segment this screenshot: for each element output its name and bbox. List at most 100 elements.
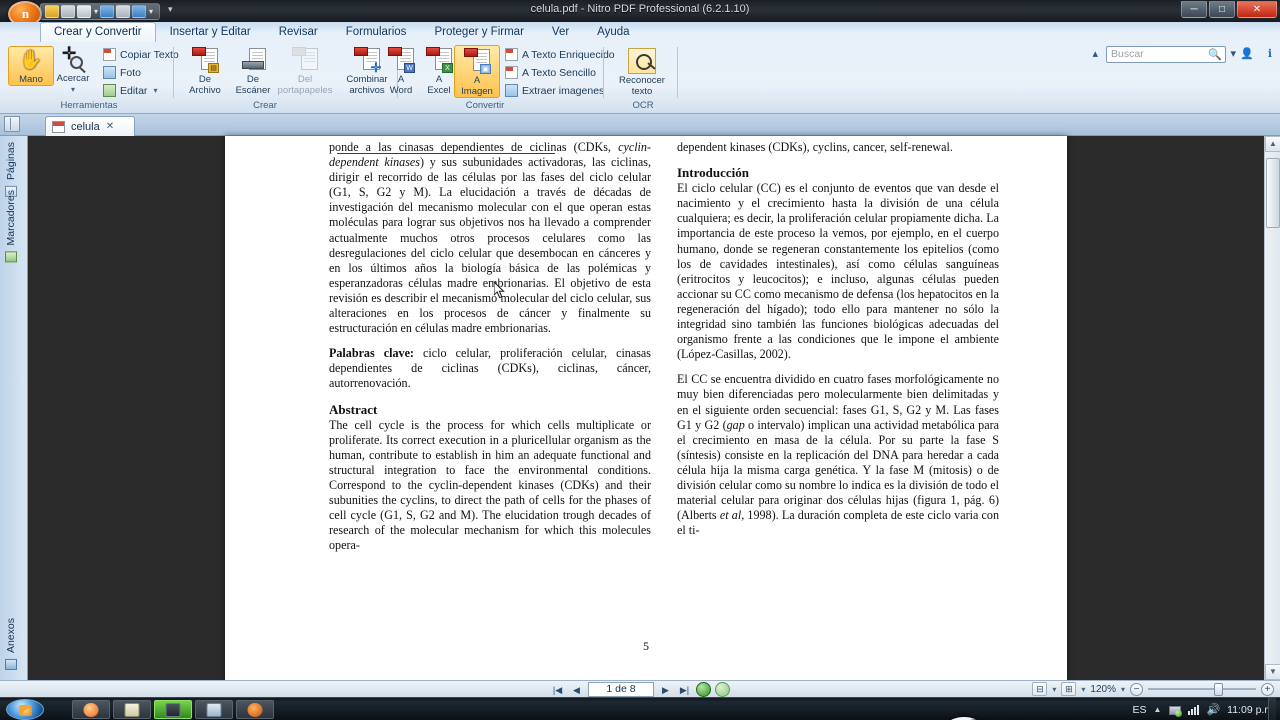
- window-controls: ─ □ ✕: [1181, 1, 1277, 18]
- close-tab-icon[interactable]: ✕: [106, 121, 114, 132]
- group-herramientas: Mano ✛ Acercar ▾ Copiar Texto Foto: [4, 44, 179, 111]
- del-portapapeles-button[interactable]: Del portapapeles: [276, 45, 334, 96]
- sidebar-item-anexos[interactable]: Anexos: [3, 612, 25, 676]
- a-excel-label-2: Excel: [427, 85, 451, 96]
- minimize-button[interactable]: ─: [1181, 1, 1207, 18]
- start-button[interactable]: [6, 699, 44, 720]
- document-right-column: dependent kinases (CDKs), cyclins, cance…: [677, 140, 999, 548]
- de-archivo-button[interactable]: ▤ De Archivo: [182, 45, 228, 96]
- previous-page-button[interactable]: ◀: [569, 683, 584, 697]
- sidebar-label-marcadores: Marcadores: [5, 190, 17, 246]
- show-hidden-icons-icon[interactable]: ▲: [1154, 705, 1162, 714]
- taskbar-item-messenger[interactable]: [195, 700, 233, 719]
- first-page-button[interactable]: |◀: [550, 683, 565, 697]
- zoom-slider[interactable]: [1148, 682, 1256, 696]
- paragraph-resumen-cont: ponde a las cinasas dependientes de cicl…: [329, 140, 651, 336]
- tab-revisar[interactable]: Revisar: [265, 22, 332, 42]
- tab-ver[interactable]: Ver: [538, 22, 583, 42]
- scroll-up-icon[interactable]: ▲: [1265, 136, 1280, 152]
- a-imagen-label-2: Imagen: [461, 86, 493, 97]
- close-button[interactable]: ✕: [1237, 1, 1277, 18]
- zoom-out-button[interactable]: −: [1130, 682, 1143, 696]
- maximize-button[interactable]: □: [1209, 1, 1235, 18]
- search-dropdown-icon[interactable]: ▾: [1230, 47, 1236, 60]
- mano-label: Mano: [19, 74, 43, 85]
- next-view-button[interactable]: [715, 682, 730, 697]
- de-escaner-button[interactable]: De Escáner: [230, 45, 276, 96]
- navigation-panel-toggle[interactable]: [4, 116, 20, 132]
- ribbon: Crear y Convertir Insertar y Editar Revi…: [0, 22, 1280, 114]
- a-texto-enriquecido-button[interactable]: A Texto Enriquecido: [502, 47, 618, 62]
- tab-ayuda[interactable]: Ayuda: [583, 22, 643, 42]
- vertical-scrollbar[interactable]: ▲ ▼: [1264, 136, 1280, 680]
- nitro-pdf-window: n ▾ ▾ ▾ celula.pdf - Nitro PDF Professio…: [0, 0, 1280, 720]
- reconocer-texto-button[interactable]: Reconocer texto: [612, 46, 672, 97]
- taskbar-item-nitro-pdf[interactable]: [236, 700, 274, 719]
- help-person-icon[interactable]: 👤: [1240, 47, 1254, 60]
- taskbar-item-explorer[interactable]: [113, 700, 151, 719]
- info-icon[interactable]: ℹ: [1268, 47, 1272, 60]
- a-word-label-2: Word: [389, 85, 413, 96]
- editar-button[interactable]: Editar ▾: [100, 83, 160, 98]
- tab-formularios[interactable]: Formularios: [332, 22, 421, 42]
- volume-icon[interactable]: 🔊: [1206, 703, 1220, 716]
- extraer-imagenes-button[interactable]: Extraer imagenes: [502, 83, 607, 98]
- document-tab-label: celula: [71, 120, 100, 133]
- system-tray: ES ▲ 🔊 11:09 p.m.: [1133, 698, 1276, 720]
- group-label-crear: Crear: [253, 100, 277, 111]
- zoom-slider-handle[interactable]: [1214, 683, 1223, 696]
- group-crear: ▤ De Archivo De Escáner Del portapapeles…: [176, 44, 398, 111]
- file-icon: ▤: [192, 47, 219, 73]
- firefox-icon: [83, 702, 99, 717]
- document-left-column: ponde a las cinasas dependientes de cicl…: [329, 140, 651, 563]
- taskbar-item-media-player[interactable]: [154, 700, 192, 719]
- ribbon-collapse-icon[interactable]: ▴: [1092, 47, 1098, 60]
- scrollbar-thumb[interactable]: [1266, 158, 1280, 228]
- tab-crear-y-convertir[interactable]: Crear y Convertir: [40, 22, 156, 42]
- navigation-sidebar: Páginas Marcadores Anexos: [0, 136, 28, 680]
- next-page-button[interactable]: ▶: [658, 683, 673, 697]
- group-divider: [677, 47, 678, 98]
- fit-page-button[interactable]: ⊟: [1032, 682, 1048, 696]
- last-page-button[interactable]: ▶|: [677, 683, 692, 697]
- page-number-input[interactable]: 1 de 8: [588, 682, 654, 697]
- tab-insertar-y-editar[interactable]: Insertar y Editar: [156, 22, 265, 42]
- text-run-italic: gap: [726, 417, 745, 432]
- group-label-convertir: Convertir: [465, 100, 505, 111]
- taskbar-item-firefox[interactable]: [72, 700, 110, 719]
- signal-strength-icon[interactable]: [1188, 704, 1200, 715]
- pdf-viewer[interactable]: ponde a las cinasas dependientes de cicl…: [28, 136, 1280, 720]
- extract-images-icon: [505, 84, 518, 97]
- editar-dropdown-icon[interactable]: ▾: [153, 86, 157, 95]
- a-texto-sencillo-button[interactable]: A Texto Sencillo: [502, 65, 599, 80]
- search-input[interactable]: Buscar 🔍: [1106, 46, 1226, 63]
- zoom-dropdown-icon[interactable]: ▾: [1121, 685, 1125, 694]
- scroll-down-icon[interactable]: ▼: [1265, 664, 1280, 680]
- zoom-in-button[interactable]: +: [1261, 682, 1274, 696]
- word-icon: W: [388, 47, 415, 73]
- copiar-texto-button[interactable]: Copiar Texto: [100, 47, 182, 62]
- tab-proteger-y-firmar[interactable]: Proteger y Firmar: [420, 22, 537, 42]
- fit-width-dropdown-icon[interactable]: ▾: [1081, 685, 1085, 694]
- text-run: ) y sus subunidades activadoras, las cic…: [329, 155, 651, 336]
- a-imagen-button[interactable]: ▣ A Imagen: [454, 45, 500, 98]
- acercar-dropdown-icon[interactable]: ▾: [48, 84, 98, 95]
- reconocer-label-1: Reconocer: [619, 75, 665, 86]
- fit-page-dropdown-icon[interactable]: ▾: [1052, 685, 1056, 694]
- foto-button[interactable]: Foto: [100, 65, 144, 80]
- show-desktop-button[interactable]: [1268, 698, 1276, 720]
- network-icon[interactable]: [1168, 704, 1183, 717]
- excel-icon: X: [426, 47, 453, 73]
- search-icon[interactable]: 🔍: [1208, 48, 1222, 61]
- copiar-texto-label: Copiar Texto: [120, 48, 179, 61]
- sidebar-item-marcadores[interactable]: Marcadores: [3, 184, 25, 268]
- previous-view-button[interactable]: [696, 682, 711, 697]
- document-tab-celula[interactable]: celula ✕: [45, 116, 135, 136]
- language-indicator[interactable]: ES: [1133, 704, 1147, 716]
- zoom-in-icon: ✛: [60, 45, 86, 72]
- text-run-italic: et al: [719, 508, 742, 523]
- fit-width-button[interactable]: ⊞: [1061, 682, 1077, 696]
- status-bar: |◀ ◀ 1 de 8 ▶ ▶| ⊟ ▾ ⊞ ▾ 120% ▾ − +: [0, 680, 1280, 697]
- acercar-tool-button[interactable]: ✛ Acercar ▾: [48, 45, 98, 95]
- paragraph-palabras-clave: Palabras clave: ciclo celular, prolifera…: [329, 346, 651, 391]
